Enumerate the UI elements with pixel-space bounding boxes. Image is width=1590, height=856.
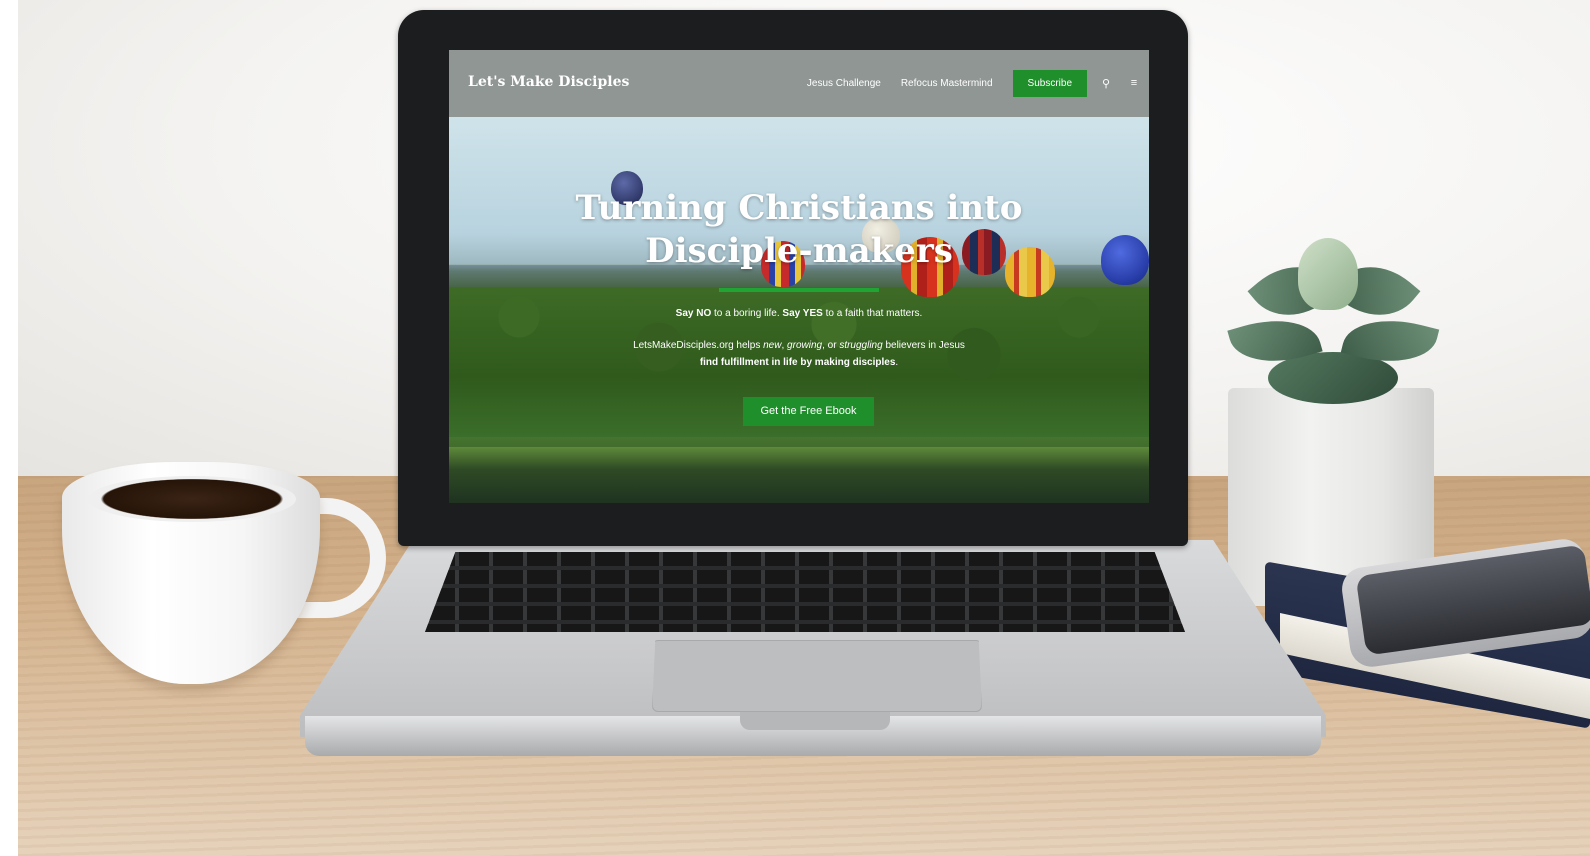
desc-text-2: believers in Jesus [882,340,965,351]
hero-title-line-2: Disciple-makers [645,231,953,271]
desc-period: . [895,357,899,368]
desc-strong: find fulfillment in life by making disci… [699,357,896,368]
hamburger-menu-icon[interactable]: ≡ [1127,77,1141,89]
site-logo[interactable]: Let's Make Disciples [468,74,629,90]
laptop-notch [740,712,890,730]
tagline-say-no: Say NO [675,308,712,319]
hero-title: Turning Christians into Disciple-makers [449,187,1149,273]
search-icon[interactable]: ⚲ [1099,77,1113,90]
hero-tagline: Say NO to a boring life. Say YES to a fa… [449,308,1149,319]
subscribe-button[interactable]: Subscribe [1012,69,1087,97]
get-free-ebook-button[interactable]: Get the Free Ebook [743,397,874,426]
title-divider [719,288,879,292]
tagline-text: to a boring life. [711,308,783,319]
laptop-screen: Let's Make Disciples Jesus Challenge Ref… [449,50,1149,503]
desc-sep: , or [822,340,840,351]
desc-struggling: struggling [839,340,883,351]
nav-link-jesus-challenge[interactable]: Jesus Challenge [807,78,881,89]
main-nav: Jesus Challenge Refocus Mastermind Subsc… [807,69,1141,97]
laptop-trackpad [652,640,982,712]
site-header: Let's Make Disciples Jesus Challenge Ref… [449,50,1149,117]
succulent-center [1298,238,1358,310]
nav-link-refocus-mastermind[interactable]: Refocus Mastermind [901,78,993,89]
laptop-keyboard [425,552,1185,632]
desc-text: LetsMakeDisciples.org helps [633,340,764,351]
hero-section: Turning Christians into Disciple-makers … [449,117,1149,503]
desc-new: new [763,340,782,351]
tagline-say-yes: Say YES [782,308,823,319]
lake [449,447,1149,503]
tagline-text-end: to a faith that matters. [822,308,923,319]
coffee [88,476,296,522]
desc-growing: growing [787,340,823,351]
hero-title-line-1: Turning Christians into [575,188,1023,228]
hero-description: LetsMakeDisciples.org helps new, growing… [449,337,1149,371]
left-margin [0,0,18,856]
